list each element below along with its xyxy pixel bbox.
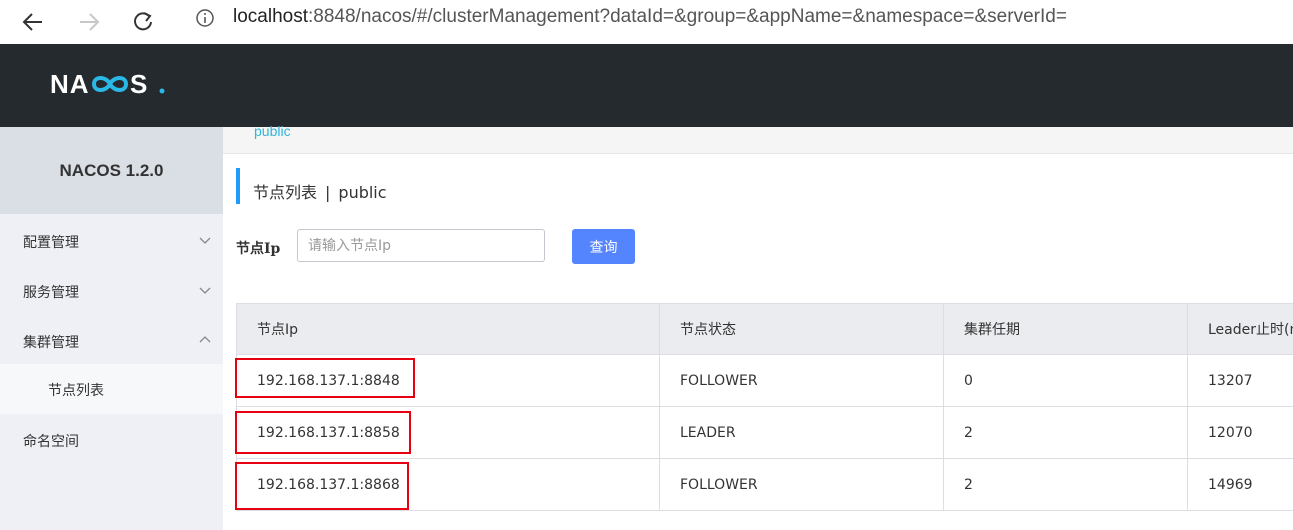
highlight-box: [235, 358, 415, 398]
page-title: 节点列表 | public: [253, 179, 387, 203]
node-ip-label: 节点Ip: [236, 241, 281, 257]
header-cell-leader: Leader止时(m: [1187, 304, 1293, 354]
header-label: 节点状态: [680, 322, 736, 338]
forward-icon[interactable]: [72, 5, 106, 39]
cell-leader: 14969: [1187, 459, 1293, 510]
sidebar-item-service[interactable]: 服务管理: [0, 267, 223, 317]
sidebar-item-cluster[interactable]: 集群管理: [0, 317, 223, 367]
sidebar-item-config[interactable]: 配置管理: [0, 217, 223, 267]
chevron-down-icon: [199, 234, 211, 246]
sidebar: NACOS 1.2.0 配置管理 服务管理 集群管理 节点列表 命名空间: [0, 127, 223, 530]
nacos-logo[interactable]: NA S: [50, 69, 170, 102]
cell-text: FOLLOWER: [680, 476, 758, 493]
cell-text: LEADER: [680, 424, 736, 441]
sidebar-item-label: 集群管理: [23, 335, 79, 351]
sidebar-subitem-label: 节点列表: [48, 383, 104, 399]
cell-text: 12070: [1208, 424, 1253, 441]
url-path: :8848/nacos/#/clusterManagement?dataId=&…: [308, 6, 1067, 27]
namespace-strip: public: [223, 123, 1293, 154]
header-cell-term: 集群任期: [943, 304, 1187, 354]
table-header: 节点Ip 节点状态 集群任期 Leader止时(m: [236, 303, 1293, 355]
cell-term: 2: [943, 407, 1187, 458]
svg-text:NA: NA: [50, 70, 90, 98]
sidebar-item-label: 配置管理: [23, 235, 79, 251]
sidebar-subitem-node-list[interactable]: 节点列表: [0, 364, 223, 414]
header-label: 节点Ip: [257, 322, 299, 338]
cell-term: 0: [943, 355, 1187, 406]
cell-leader: 12070: [1187, 407, 1293, 458]
browser-toolbar: localhost:8848/nacos/#/clusterManagement…: [0, 0, 1293, 45]
sidebar-item-namespace[interactable]: 命名空间: [0, 416, 223, 466]
highlight-box: [235, 411, 411, 454]
svg-text:S: S: [130, 70, 147, 98]
sidebar-item-label: 服务管理: [23, 285, 79, 301]
namespace-link[interactable]: public: [254, 123, 291, 139]
header-label: Leader止时(m: [1208, 322, 1293, 338]
cell-leader: 13207: [1187, 355, 1293, 406]
header-label: 集群任期: [964, 322, 1020, 338]
site-info-icon[interactable]: [195, 8, 215, 28]
reload-icon[interactable]: [126, 5, 160, 39]
cell-text: 0: [964, 372, 973, 389]
query-button[interactable]: 查询: [572, 229, 635, 264]
cell-state: FOLLOWER: [659, 355, 943, 406]
url-host: localhost: [233, 6, 308, 27]
cell-text: 2: [964, 476, 973, 493]
cell-term: 2: [943, 459, 1187, 510]
chevron-up-icon: [199, 334, 211, 346]
cell-text: 13207: [1208, 372, 1253, 389]
cell-state: LEADER: [659, 407, 943, 458]
title-separator: |: [325, 183, 331, 202]
highlight-box: [235, 462, 409, 510]
header-cell-state: 节点状态: [659, 304, 943, 354]
version-label: NACOS 1.2.0: [0, 127, 223, 214]
title-accent-bar: [236, 168, 240, 204]
node-ip-input[interactable]: [297, 229, 545, 262]
sidebar-item-label: 命名空间: [23, 434, 79, 450]
back-icon[interactable]: [16, 5, 50, 39]
chevron-down-icon: [199, 284, 211, 296]
cell-text: FOLLOWER: [680, 372, 758, 389]
page-title-namespace: public: [338, 183, 387, 202]
header-cell-ip: 节点Ip: [236, 304, 659, 354]
address-bar[interactable]: localhost:8848/nacos/#/clusterManagement…: [233, 6, 1067, 28]
cell-text: 14969: [1208, 476, 1253, 493]
cell-state: FOLLOWER: [659, 459, 943, 510]
page-title-text: 节点列表: [253, 183, 318, 202]
app-header: [0, 44, 1293, 127]
cell-text: 2: [964, 424, 973, 441]
